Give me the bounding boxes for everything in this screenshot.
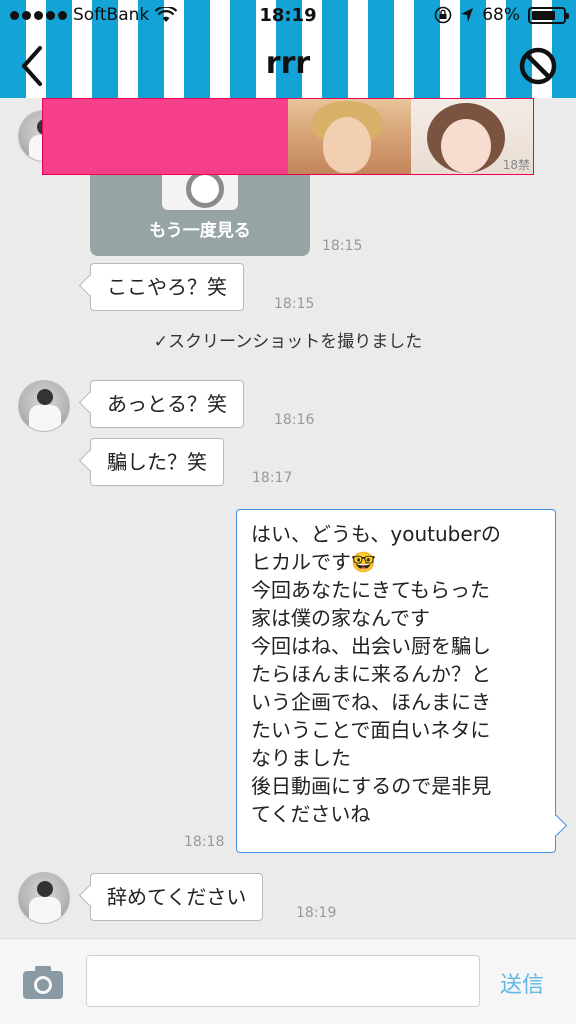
camera-button[interactable]: [22, 964, 64, 1000]
status-bar: SoftBank 18:19 68%: [0, 0, 576, 32]
message-time: 18:19: [296, 905, 337, 921]
message-line: 後日動画にするので是非見: [251, 774, 492, 798]
message-line: 家は僕の家なんです: [251, 606, 430, 630]
message-bubble[interactable]: ここやろ？笑: [90, 263, 244, 311]
message-input[interactable]: [86, 955, 480, 1007]
message-line: 今回あなたにきてもらった: [251, 578, 490, 602]
message-time: 18:15: [274, 296, 315, 312]
message-time: 18:16: [274, 412, 315, 428]
nav-bar: rrr: [0, 36, 576, 96]
rotation-lock-icon: [434, 6, 452, 24]
message-bubble[interactable]: 騙した？笑: [90, 438, 224, 486]
message-bubble[interactable]: 辞めてください: [90, 873, 264, 921]
ad-photo: [288, 99, 411, 174]
screenshot-notice: ✓スクリーンショットを撮りました: [153, 332, 423, 352]
ad-age-badge: 18禁: [502, 158, 530, 172]
status-right: 68%: [434, 5, 569, 25]
message-line: たらほんまに来るんか？と: [251, 662, 491, 686]
view-again-label: もう一度見る: [149, 221, 251, 241]
message-time: 18:18: [184, 834, 225, 850]
page-title: rrr: [265, 46, 311, 81]
battery-percent: 68%: [482, 5, 520, 25]
block-button[interactable]: [518, 46, 558, 86]
message-line: はい、どうも、youtuberの: [251, 522, 501, 546]
message-line: たいうことで面白いネタに: [251, 718, 491, 742]
message-line: なりました: [251, 746, 351, 770]
message-line: てくださいね: [251, 802, 371, 826]
avatar[interactable]: [18, 380, 70, 432]
message-bubble[interactable]: あっとる？笑: [90, 380, 244, 428]
message-line: 今回はね、出会い厨を騙し: [251, 634, 491, 658]
location-icon: [461, 8, 474, 22]
compose-bar: 送信: [0, 938, 576, 1024]
ad-pink-block: [43, 99, 288, 174]
header: SoftBank 18:19 68% rrr: [0, 0, 576, 98]
message-line: ヒカルです🤓: [251, 550, 376, 574]
message-line: いう企画でね、ほんまにき: [251, 690, 491, 714]
ad-banner[interactable]: 18禁: [42, 98, 534, 175]
message-time: 18:15: [322, 238, 363, 254]
own-message-bubble[interactable]: はい、どうも、youtuberの ヒカルです🤓 今回あなたにきてもらった 家は僕…: [236, 509, 556, 853]
avatar[interactable]: [18, 872, 70, 924]
send-button[interactable]: 送信: [500, 967, 544, 999]
battery-icon: [528, 6, 569, 24]
message-time: 18:17: [252, 470, 293, 486]
